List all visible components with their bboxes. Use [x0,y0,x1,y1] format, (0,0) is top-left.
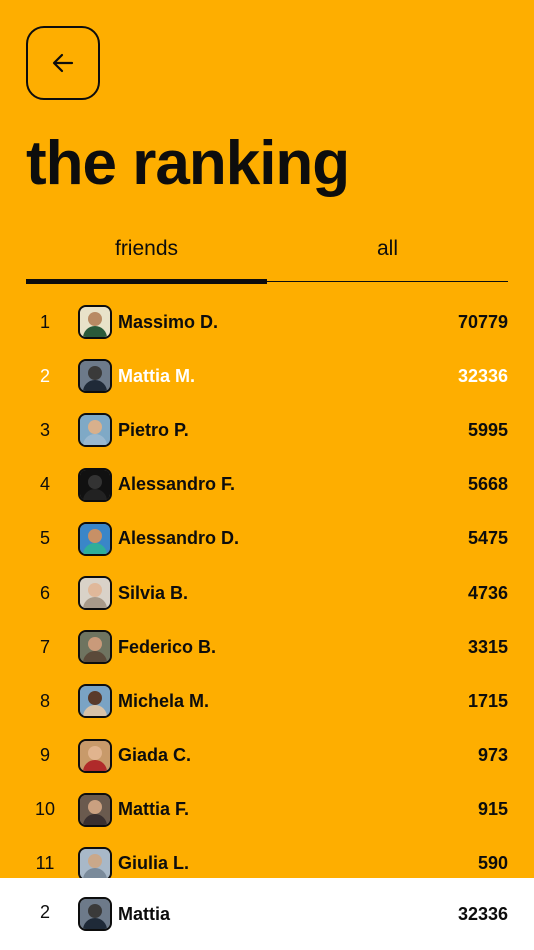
user-name: Giada C. [118,745,192,766]
avatar-head [88,474,102,489]
user-name: Federico B. [118,636,217,657]
rank-number: 1 [39,311,50,332]
user-score: 5475 [467,528,508,549]
user-avatar [78,684,112,719]
rank-number: 9 [39,745,50,766]
avatar-head [88,583,102,598]
tab-friends[interactable]: friends [26,222,267,284]
user-score: 973 [477,745,508,766]
user-name: Michela M. [118,690,210,711]
rank-number: 11 [35,853,55,874]
page-title: the ranking [26,129,350,198]
user-name: Massimo D. [118,311,219,332]
avatar-head [88,799,102,814]
rank-number: 10 [34,799,56,820]
user-score: 70779 [457,311,508,332]
avatar-head [88,312,102,327]
rank-number: 4 [39,474,50,495]
ranking-row[interactable]: 6 Silvia B. 4736 [0,566,534,620]
user-score: 590 [477,853,508,874]
user-score: 5995 [467,419,508,440]
user-name: Giulia L. [118,853,190,874]
user-score: 5668 [467,474,508,495]
user-avatar [78,413,112,448]
rank-number: 2 [39,365,50,386]
ranking-row[interactable]: 2 Mattia M. 32336 [0,349,534,403]
user-avatar [78,792,112,827]
current-user-score: 32336 [457,903,508,924]
arrow-left-icon [50,50,76,76]
ranking-row[interactable]: 8 Michela M. 1715 [0,674,534,728]
ranking-list[interactable]: 1 Massimo D. 70779 2 Mattia M. 32336 3 Pietro P… [0,295,534,878]
tab-all[interactable]: all [267,222,508,281]
user-name: Pietro P. [118,419,189,440]
user-avatar [78,359,112,394]
user-avatar [78,630,112,665]
ranking-tabs: friends all [26,222,508,284]
user-score: 915 [477,799,508,820]
avatar-head [88,904,102,918]
avatar-head [88,853,102,868]
current-user-name: Mattia [118,903,171,924]
user-score: 3315 [467,636,508,657]
user-score: 4736 [467,582,508,603]
user-avatar [78,305,112,340]
user-avatar [78,576,112,611]
ranking-row[interactable]: 11 Giulia L. 590 [0,837,534,878]
rank-number: 3 [39,419,50,440]
back-button[interactable] [26,26,100,100]
ranking-row[interactable]: 4 Alessandro F. 5668 [0,458,534,512]
current-user-row[interactable]: 2 Mattia 32336 [0,878,534,950]
user-avatar [78,467,112,502]
avatar-head [88,745,102,760]
user-avatar [78,846,112,878]
ranking-row[interactable]: 3 Pietro P. 5995 [0,403,534,457]
user-avatar [78,738,112,773]
user-score: 1715 [467,690,508,711]
current-user-avatar [78,897,112,931]
ranking-row[interactable]: 1 Massimo D. 70779 [0,295,534,349]
current-user-rank: 2 [39,902,50,922]
rank-number: 6 [39,582,50,603]
user-name: Silvia B. [118,582,189,603]
ranking-row[interactable]: 9 Giada C. 973 [0,729,534,783]
ranking-row[interactable]: 10 Mattia F. 915 [0,783,534,837]
user-score: 32336 [457,365,508,386]
ranking-row[interactable]: 5 Alessandro D. 5475 [0,512,534,566]
rank-number: 7 [39,636,50,657]
ranking-row[interactable]: 7 Federico B. 3315 [0,620,534,674]
user-avatar [78,521,112,556]
user-name: Alessandro D. [118,528,240,549]
user-name: Alessandro F. [118,474,236,495]
avatar-head [88,528,102,543]
rank-number: 8 [39,690,50,711]
user-name: Mattia F. [118,799,190,820]
rank-number: 5 [39,528,50,549]
user-name: Mattia M. [118,365,196,386]
